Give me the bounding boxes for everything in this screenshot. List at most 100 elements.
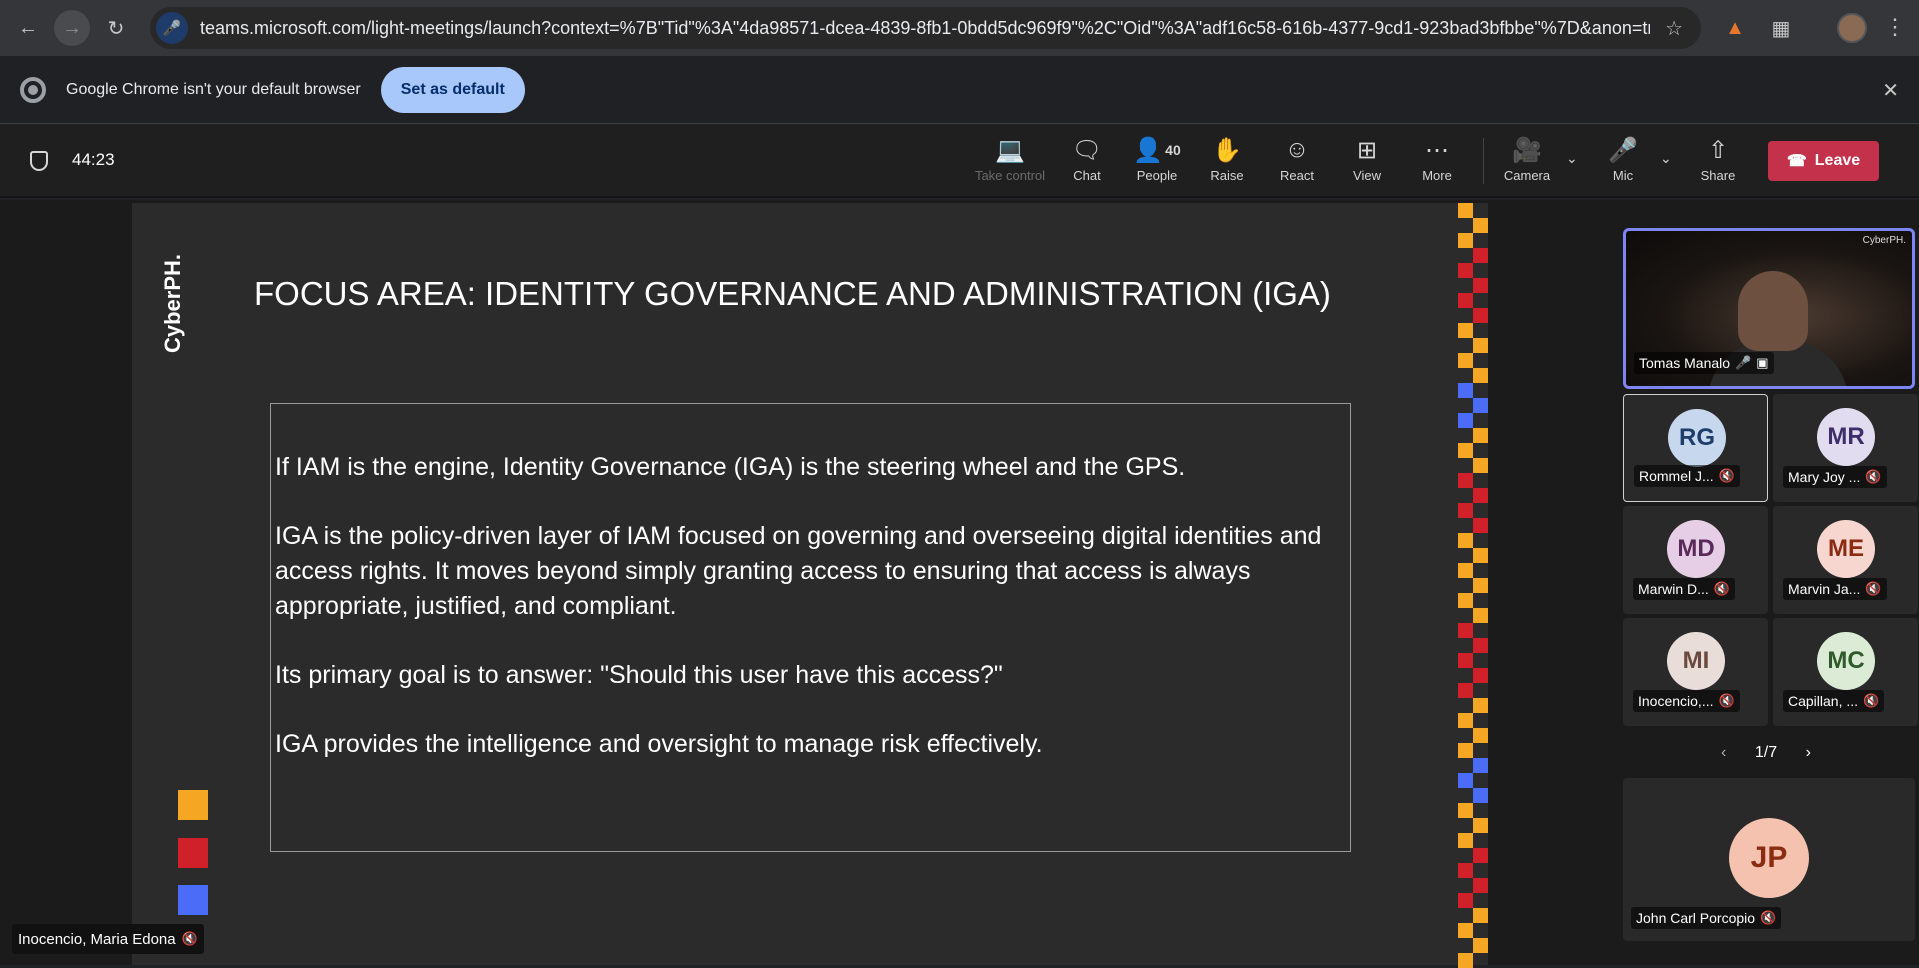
share-icon: ⇧ [1707, 136, 1729, 164]
stripe-pixel [1458, 953, 1473, 968]
grid-view-icon: ⊞ [1356, 136, 1378, 164]
stripe-pixel [1473, 488, 1488, 503]
forward-button[interactable]: → [54, 10, 90, 46]
raise-hand-button[interactable]: ✋ Raise [1192, 134, 1262, 190]
reload-button[interactable]: ↻ [98, 10, 134, 46]
stripe-pixel [1473, 908, 1488, 923]
stripe-pixel [1458, 623, 1473, 638]
presentation-slide: CyberPH. FOCUS AREA: IDENTITY GOVERNANCE… [132, 203, 1488, 968]
mic-options-chevron-icon[interactable]: ⌄ [1660, 150, 1672, 167]
leave-button[interactable]: ☎ Leave [1768, 141, 1879, 181]
camera-off-icon: 🎥 [1512, 136, 1542, 164]
stripe-pixel [1458, 893, 1473, 908]
stripe-pixel [1458, 323, 1473, 338]
participant-tile[interactable]: MC Capillan, ... 🔇 [1773, 618, 1918, 726]
camera-button[interactable]: 🎥 Camera [1492, 134, 1562, 190]
share-button[interactable]: ⇧ Share [1683, 134, 1753, 190]
people-count: 40 [1165, 142, 1181, 158]
stripe-pixel [1473, 338, 1488, 353]
url-text[interactable]: teams.microsoft.com/light-meetings/launc… [200, 18, 1650, 39]
brand-logo: CyberPH. [160, 253, 185, 353]
camera-options-chevron-icon[interactable]: ⌄ [1566, 150, 1578, 167]
stripe-pixel [1458, 773, 1473, 788]
mic-off-icon: 🔇 [1863, 693, 1880, 708]
close-icon[interactable]: ✕ [1882, 78, 1899, 103]
meeting-toolbar: 44:23 💻 Take control 🗨 Chat 👤 40 People ✋… [0, 124, 1919, 198]
stripe-pixel [1458, 263, 1473, 278]
stripe-pixel [1458, 743, 1473, 758]
participant-tile[interactable]: MD Marwin D... 🔇 [1623, 506, 1768, 614]
avatar: MI [1667, 632, 1725, 690]
stripe-pixel [1473, 848, 1488, 863]
take-control-icon: 💻 [995, 136, 1025, 164]
mic-off-icon: 🔇 [1760, 910, 1777, 925]
toolbar-divider [1483, 138, 1484, 184]
avatar: MD [1667, 520, 1725, 578]
more-dots-icon: ⋯ [1425, 136, 1449, 164]
default-browser-infobar: Google Chrome isn't your default browser… [0, 56, 1919, 124]
back-button[interactable]: ← [10, 10, 46, 46]
stripe-pixel [1458, 593, 1473, 608]
stripe-pixel [1473, 368, 1488, 383]
view-button[interactable]: ⊞ View [1332, 134, 1402, 190]
stripe-pixel [1458, 443, 1473, 458]
mic-off-icon: 🔇 [1718, 468, 1735, 483]
microphone-icon[interactable]: 🎤 [156, 12, 188, 44]
stripe-pixel [1458, 473, 1473, 488]
browser-toolbar: ← → ↻ 🎤 teams.microsoft.com/light-meetin… [0, 0, 1919, 56]
arrow-right-icon: → [62, 16, 82, 39]
participant-tile[interactable]: ME Marvin Ja... 🔇 [1773, 506, 1918, 614]
stripe-pixel [1458, 383, 1473, 398]
shield-icon [30, 151, 48, 171]
chat-icon: 🗨 [1071, 136, 1103, 164]
stripe-pixel [1458, 353, 1473, 368]
participant-tile[interactable]: MI Inocencio,... 🔇 [1623, 618, 1768, 726]
more-button[interactable]: ⋯ More [1402, 134, 1472, 190]
mic-off-icon: 🔇 [1713, 581, 1730, 596]
extension-fox-icon[interactable]: ▲ [1720, 13, 1750, 43]
stripe-pixel [1473, 698, 1488, 713]
stripe-pixel [1473, 878, 1488, 893]
stripe-pixel [1473, 518, 1488, 533]
stripe-pixel [1458, 863, 1473, 878]
address-bar[interactable]: 🎤 teams.microsoft.com/light-meetings/lau… [150, 7, 1701, 49]
stripe-pixel [1458, 203, 1473, 218]
slide-paragraph: If IAM is the engine, Identity Governanc… [275, 453, 1186, 481]
chevron-left-icon[interactable]: ‹ [1721, 744, 1726, 762]
arrow-left-icon: ← [18, 16, 38, 39]
participant-gallery: CyberPH. Tomas Manalo 🎤 ▣ RG Rommel J...… [1621, 200, 1919, 965]
mic-off-icon: 🔇 [1865, 581, 1882, 596]
avatar: MR [1817, 408, 1875, 466]
chat-button[interactable]: 🗨 Chat [1052, 134, 1122, 190]
avatar: ME [1817, 520, 1875, 578]
stripe-pixel [1458, 233, 1473, 248]
stripe-pixel [1473, 578, 1488, 593]
extensions-puzzle-icon[interactable]: ▦ [1766, 13, 1796, 43]
participant-tile[interactable]: MR Mary Joy ... 🔇 [1773, 394, 1918, 502]
chrome-logo-icon [20, 76, 46, 103]
browser-menu-icon[interactable]: ⋮ [1883, 12, 1907, 44]
chevron-right-icon[interactable]: › [1806, 744, 1811, 762]
featured-video-tile[interactable]: CyberPH. Tomas Manalo 🎤 ▣ [1623, 228, 1915, 389]
featured-participant-name: Tomas Manalo 🎤 ▣ [1634, 352, 1774, 374]
stripe-pixel [1473, 728, 1488, 743]
stripe-pixel [1458, 653, 1473, 668]
participant-tile[interactable]: RG Rommel J... 🔇 [1623, 394, 1768, 502]
smile-icon: ☺ [1284, 136, 1310, 163]
stripe-pixel [1458, 533, 1473, 548]
stripe-pixel [1458, 563, 1473, 578]
people-button[interactable]: 👤 40 People [1122, 134, 1192, 190]
react-button[interactable]: ☺ React [1262, 134, 1332, 190]
profile-avatar[interactable] [1837, 13, 1867, 43]
take-control-button[interactable]: 💻 Take control [970, 134, 1050, 190]
stripe-pixel [1458, 713, 1473, 728]
slide-paragraph: IGA provides the intelligence and oversi… [275, 730, 1043, 758]
bookmark-star-icon[interactable]: ☆ [1665, 16, 1683, 41]
set-as-default-button[interactable]: Set as default [380, 66, 525, 113]
mic-button[interactable]: 🎤 Mic [1588, 134, 1658, 190]
participant-tile-large[interactable]: JP John Carl Porcopio 🔇 [1623, 778, 1915, 941]
blue-accent-square [178, 885, 208, 915]
phone-hangup-icon: ☎ [1786, 153, 1807, 170]
page-indicator: 1/7 [1754, 744, 1778, 761]
mic-off-icon: 🎤 [1608, 136, 1638, 164]
